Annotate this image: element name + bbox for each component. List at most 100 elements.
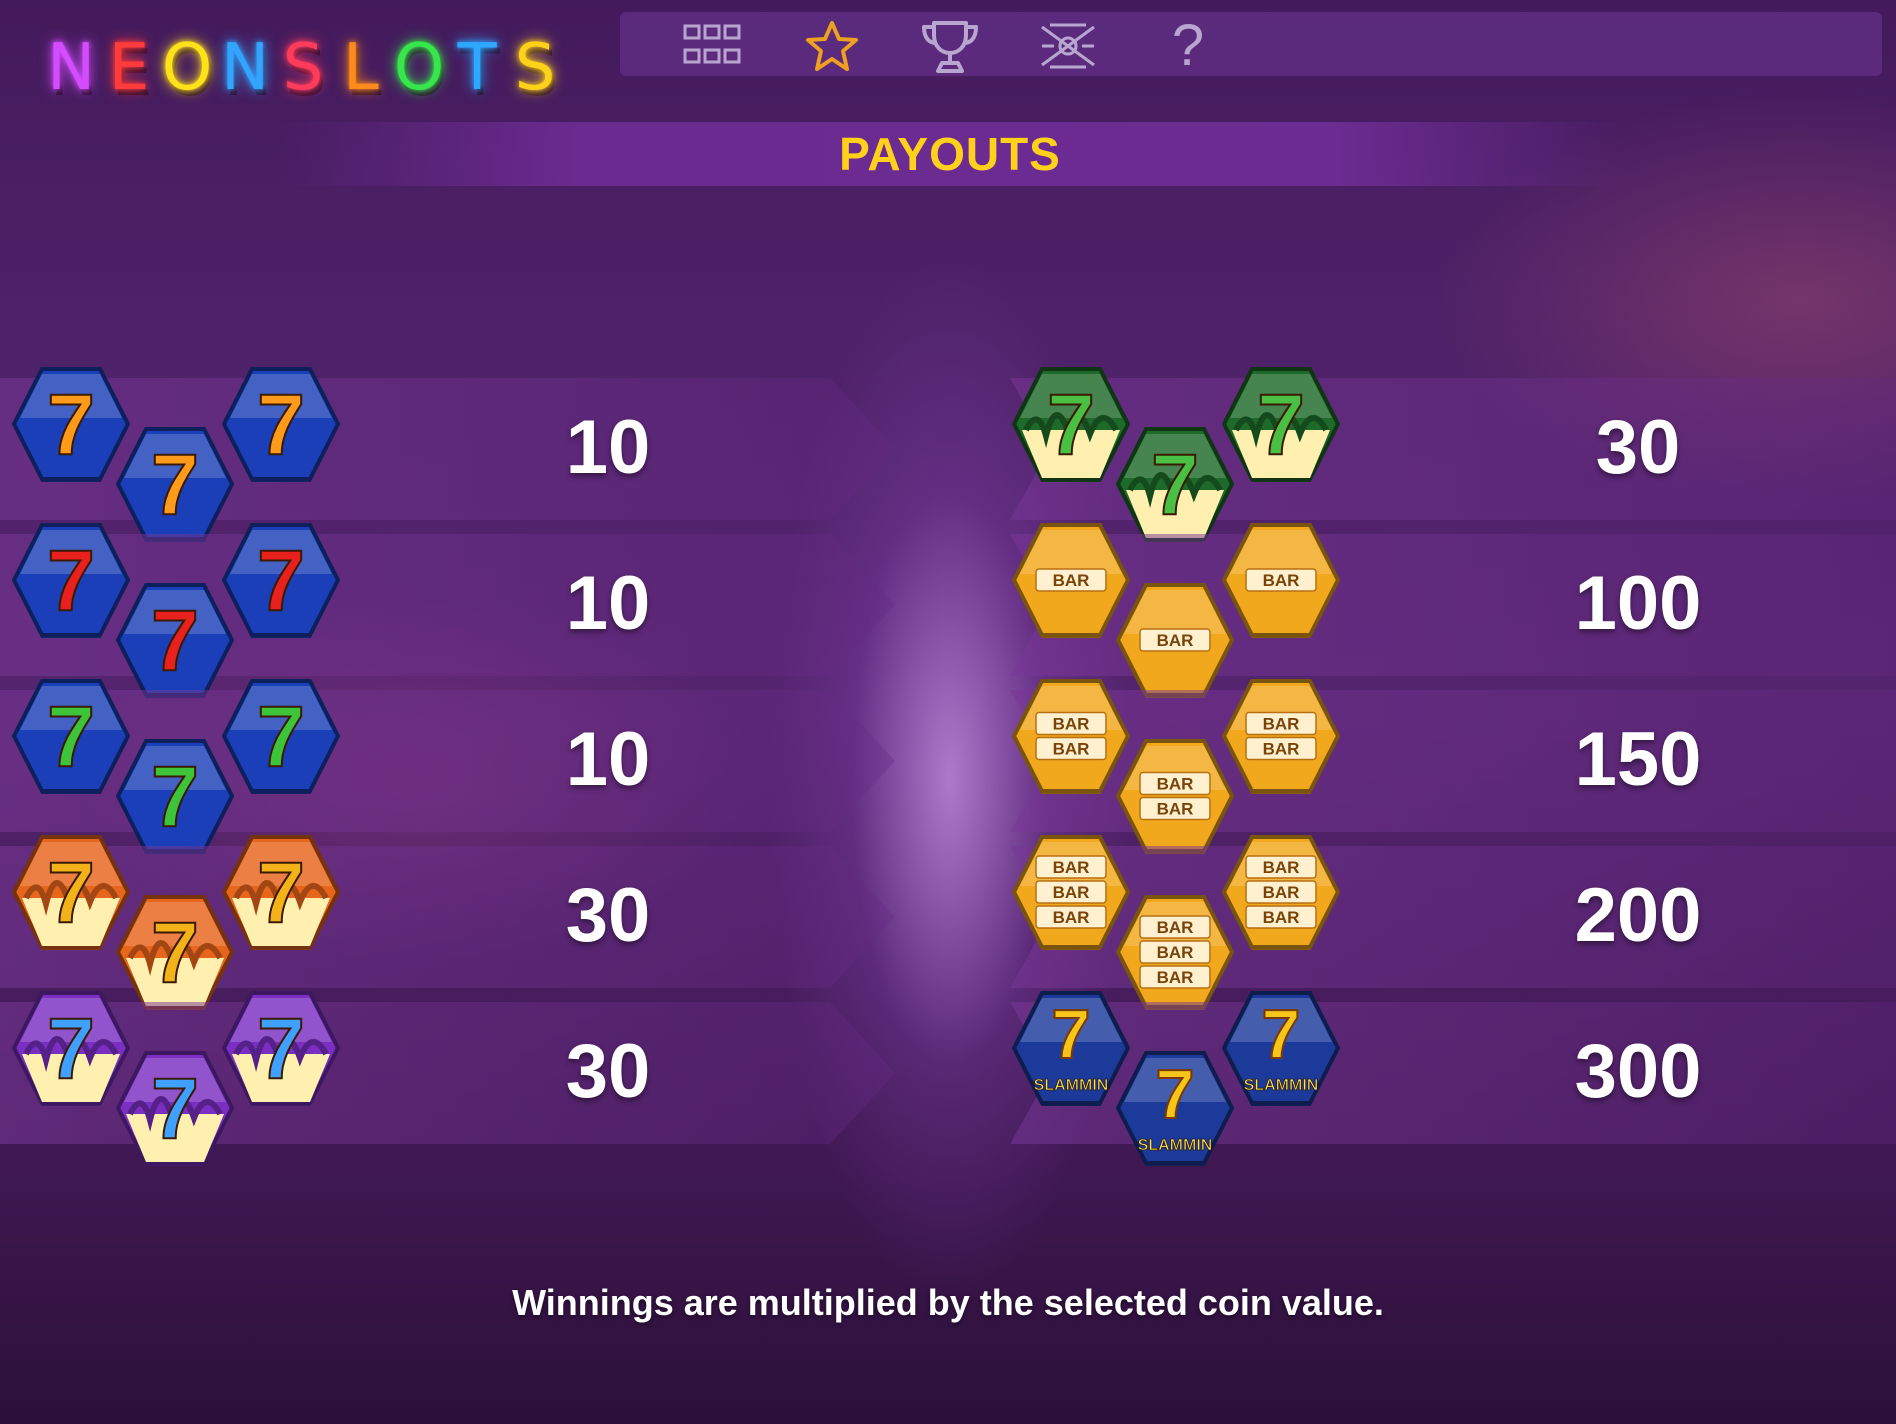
left-payout-value: 10 (565, 405, 651, 490)
svg-text:BAR: BAR (1263, 858, 1300, 877)
slammin-seven-icon: 7 SLAMMIN (1115, 1050, 1235, 1167)
single-bar-icon: BAR (1011, 522, 1131, 639)
svg-text:BAR: BAR (1157, 943, 1194, 962)
blue-gem-red-seven-icon: 7 (11, 522, 131, 639)
help-label: ? (1171, 13, 1205, 78)
svg-text:BAR: BAR (1263, 883, 1300, 902)
blue-gem-orange-seven-symbol-group: 7 7 7 (11, 366, 372, 546)
svg-text:7: 7 (257, 377, 305, 473)
svg-text:7: 7 (1047, 377, 1095, 473)
right-payout-value: 150 (1574, 717, 1702, 802)
svg-text:7: 7 (151, 593, 199, 689)
logo-letter: N (47, 31, 99, 105)
svg-text:BAR: BAR (1053, 858, 1090, 877)
logo-letter: N (221, 31, 273, 105)
flame-gem-purple-seven-icon: 7 (115, 1050, 235, 1167)
double-bar-icon: BAR BAR (1221, 678, 1341, 795)
left-payout-value: 30 (565, 1029, 651, 1114)
flame-gem-purple-seven-icon: 7 (221, 990, 341, 1107)
svg-text:7: 7 (151, 437, 199, 533)
slammin-seven-icon: 7 SLAMMIN (1011, 990, 1131, 1107)
logo-letter: O (161, 31, 217, 105)
svg-text:7: 7 (151, 749, 199, 845)
svg-text:BAR: BAR (1263, 571, 1300, 590)
svg-text:BAR: BAR (1157, 968, 1194, 987)
svg-text:7: 7 (257, 1001, 305, 1097)
left-payout-value: 30 (565, 873, 651, 958)
blue-gem-green-seven-symbol-group: 7 7 7 (11, 678, 372, 858)
triple-bar-icon: BAR BAR BAR (1011, 834, 1131, 951)
slammin-seven-symbol-group: 7 SLAMMIN 7 SLAMMIN 7 SLAMMIN (1011, 990, 1372, 1170)
single-bar-symbol-group: BAR BAR BAR (1011, 522, 1372, 702)
svg-text:7: 7 (1262, 995, 1301, 1073)
winnings-note: Winnings are multiplied by the selected … (512, 1282, 1384, 1323)
svg-text:SLAMMIN: SLAMMIN (1244, 1077, 1319, 1094)
settings-icon[interactable] (1036, 16, 1100, 76)
svg-text:SLAMMIN: SLAMMIN (1034, 1077, 1109, 1094)
svg-text:SLAMMIN: SLAMMIN (1138, 1137, 1213, 1154)
svg-text:7: 7 (47, 845, 95, 941)
trophy-icon[interactable] (918, 16, 982, 76)
blue-gem-red-seven-icon: 7 (221, 522, 341, 639)
flame-gem-red-seven-icon: 7 (221, 834, 341, 951)
left-payout-value: 10 (565, 561, 651, 646)
favorites-star-icon[interactable] (800, 16, 864, 76)
svg-text:7: 7 (47, 689, 95, 785)
left-payout-value: 10 (565, 717, 651, 802)
payouts-banner: PAYOUTS (280, 122, 1620, 186)
svg-text:7: 7 (1257, 377, 1305, 473)
paytable-grid-icon[interactable] (680, 16, 744, 76)
svg-text:BAR: BAR (1263, 740, 1300, 759)
svg-text:BAR: BAR (1157, 631, 1194, 650)
help-icon[interactable]: ? (1156, 16, 1220, 76)
svg-text:BAR: BAR (1053, 571, 1090, 590)
flame-gem-red-seven-symbol-group: 7 7 7 (11, 834, 372, 1014)
payouts-title: PAYOUTS (839, 128, 1061, 180)
green-flame-seven-icon: 7 (1011, 366, 1131, 483)
svg-text:BAR: BAR (1053, 908, 1090, 927)
blue-gem-orange-seven-icon: 7 (221, 366, 341, 483)
right-payout-value: 200 (1574, 873, 1702, 958)
logo-letter: T (457, 31, 501, 105)
logo-letter: O (393, 31, 449, 105)
svg-text:7: 7 (47, 1001, 95, 1097)
flame-gem-purple-seven-symbol-group: 7 7 7 (11, 990, 372, 1170)
svg-text:BAR: BAR (1053, 715, 1090, 734)
right-payout-value: 100 (1574, 561, 1702, 646)
svg-text:7: 7 (257, 845, 305, 941)
triple-bar-icon: BAR BAR BAR (1221, 834, 1341, 951)
svg-text:7: 7 (151, 905, 199, 1001)
svg-text:7: 7 (257, 533, 305, 629)
logo-letter: L (343, 31, 383, 105)
slammin-seven-icon: 7 SLAMMIN (1221, 990, 1341, 1107)
svg-text:7: 7 (47, 377, 95, 473)
svg-text:BAR: BAR (1263, 715, 1300, 734)
svg-text:7: 7 (1156, 1055, 1195, 1133)
svg-text:7: 7 (257, 689, 305, 785)
svg-text:7: 7 (151, 1061, 199, 1157)
single-bar-icon: BAR (1221, 522, 1341, 639)
svg-text:BAR: BAR (1263, 908, 1300, 927)
triple-bar-symbol-group: BAR BAR BAR BAR BAR BAR BAR BAR BAR (1011, 834, 1372, 1014)
double-bar-icon: BAR BAR (1011, 678, 1131, 795)
blue-gem-green-seven-icon: 7 (221, 678, 341, 795)
right-payout-value: 300 (1574, 1029, 1702, 1114)
neon-slots-logo: NEONSLOTS (44, 18, 566, 118)
svg-text:BAR: BAR (1157, 775, 1194, 794)
logo-letter: E (108, 31, 154, 105)
flame-gem-red-seven-icon: 7 (11, 834, 131, 951)
svg-text:7: 7 (1052, 995, 1091, 1073)
svg-text:BAR: BAR (1157, 800, 1194, 819)
svg-text:BAR: BAR (1157, 918, 1194, 937)
green-flame-seven-icon: 7 (1221, 366, 1341, 483)
blue-gem-red-seven-symbol-group: 7 7 7 (11, 522, 372, 702)
svg-text:7: 7 (1151, 437, 1199, 533)
svg-text:BAR: BAR (1053, 883, 1090, 902)
blue-gem-green-seven-icon: 7 (11, 678, 131, 795)
double-bar-symbol-group: BAR BAR BAR BAR BAR BAR (1011, 678, 1372, 858)
flame-gem-purple-seven-icon: 7 (11, 990, 131, 1107)
logo-letter: S (514, 31, 560, 105)
logo-letter: S (282, 31, 328, 105)
svg-text:BAR: BAR (1053, 740, 1090, 759)
green-flame-seven-symbol-group: 7 7 7 (1011, 366, 1372, 546)
